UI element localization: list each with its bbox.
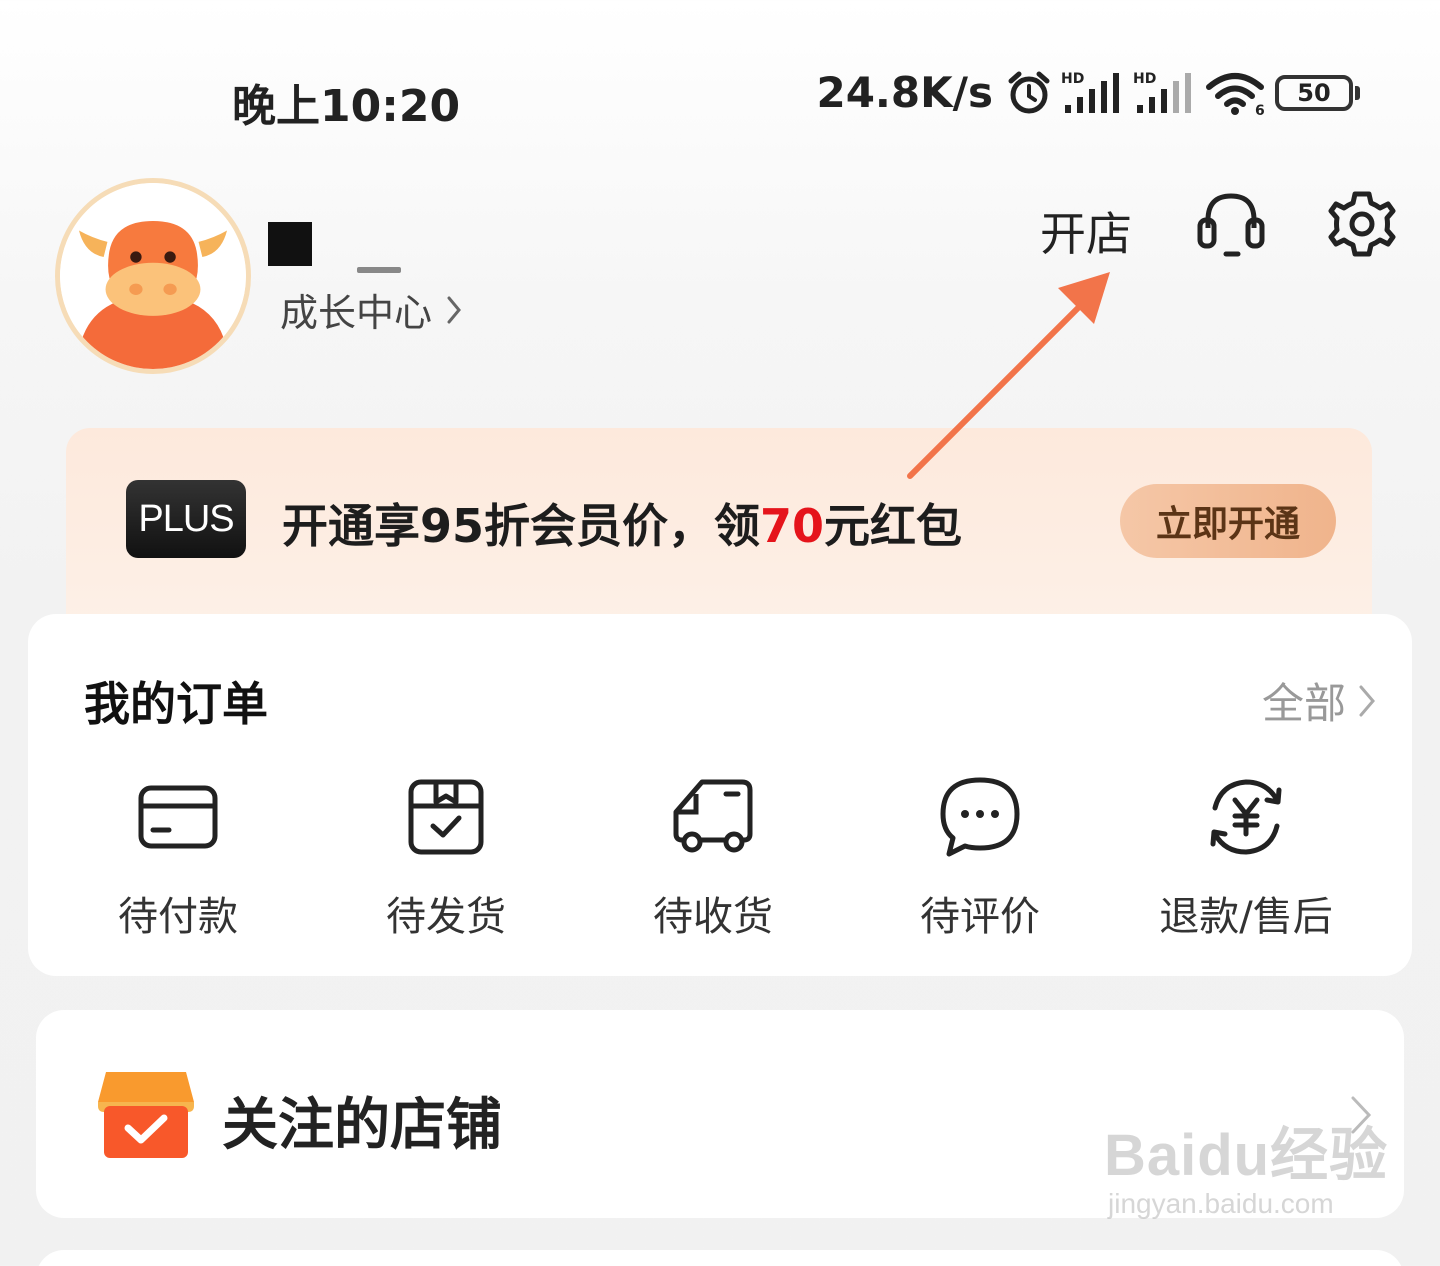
order-pending-receipt[interactable]: 待收货 [603,772,823,942]
status-indicators: 24.8K/s HD HD 6 50 [816,68,1360,117]
orders-title: 我的订单 [84,677,268,731]
order-pending-payment[interactable]: 待付款 [68,772,288,942]
network-speed: 24.8K/s [816,68,993,117]
avatar[interactable] [55,178,251,374]
plus-promo-text: 开通享95折会员价，领70元红包 [282,490,962,556]
plus-promo-highlight: 70 [760,499,825,553]
next-card-partial [36,1250,1404,1266]
plus-promo-text-after: 元红包 [824,499,963,553]
refund-icon [1210,779,1282,855]
profile-header: 成长中心 开店 [0,170,1440,390]
package-icon [408,779,484,855]
order-label: 待发货 [386,894,506,940]
growth-center-link[interactable]: 成长中心 [280,282,464,337]
plus-membership-banner[interactable]: PLUS 开通享95折会员价，领70元红包 立即开通 [66,428,1372,628]
growth-center-label: 成长中心 [280,291,433,335]
activate-now-button[interactable]: 立即开通 [1120,484,1336,558]
order-label: 待收货 [653,894,773,940]
username-redacted [268,222,312,266]
order-label: 待评价 [920,894,1040,940]
battery-level: 50 [1275,74,1353,111]
wifi-icon: 6 [1206,72,1265,117]
gear-icon[interactable] [1326,188,1398,260]
order-pending-review[interactable]: 待评价 [870,772,1090,942]
alarm-icon [1008,71,1050,113]
svg-text:HD: HD [1133,71,1156,87]
orders-all-link[interactable]: 全部 [1262,670,1378,731]
status-bar: 晚上10:20 24.8K/s HD HD 6 50 [0,60,1440,140]
chat-bubble-icon [940,777,1020,857]
my-orders-card: 我的订单 全部 待付款 待发货 待收货 待评价 退款/售后 [28,614,1412,976]
order-refund-aftersale[interactable]: 退款/售后 [1136,772,1356,942]
order-label: 待付款 [118,894,238,940]
wallet-icon [138,785,218,849]
chevron-right-icon [447,296,461,323]
chevron-right-icon [1359,685,1375,716]
status-time: 晚上10:20 [232,81,461,132]
hd-signal-icon: HD [1061,71,1119,113]
battery-icon: 50 [1275,74,1360,111]
watermark-sub: jingyan.baidu.com [1108,1188,1334,1219]
orders-all-label: 全部 [1261,679,1346,728]
watermark-main: Baidu经验 [1104,1123,1389,1188]
followed-stores-label: 关注的店铺 [222,1093,502,1158]
plus-promo-text-before: 开通享95折会员价，领 [282,499,761,553]
truck-icon [673,779,753,853]
svg-text:HD: HD [1061,71,1084,87]
plus-badge: PLUS [126,480,246,558]
watermark: Baidu经验 jingyan.baidu.com [1104,1108,1388,1220]
open-store-button[interactable]: 开店 [1040,198,1132,264]
store-icon [98,1072,194,1158]
username-dash [357,267,401,273]
headset-icon[interactable] [1196,190,1266,262]
order-pending-shipment[interactable]: 待发货 [336,772,556,942]
hd-signal-icon: HD [1133,71,1191,113]
svg-text:6: 6 [1255,103,1265,117]
order-label: 退款/售后 [1159,894,1333,940]
